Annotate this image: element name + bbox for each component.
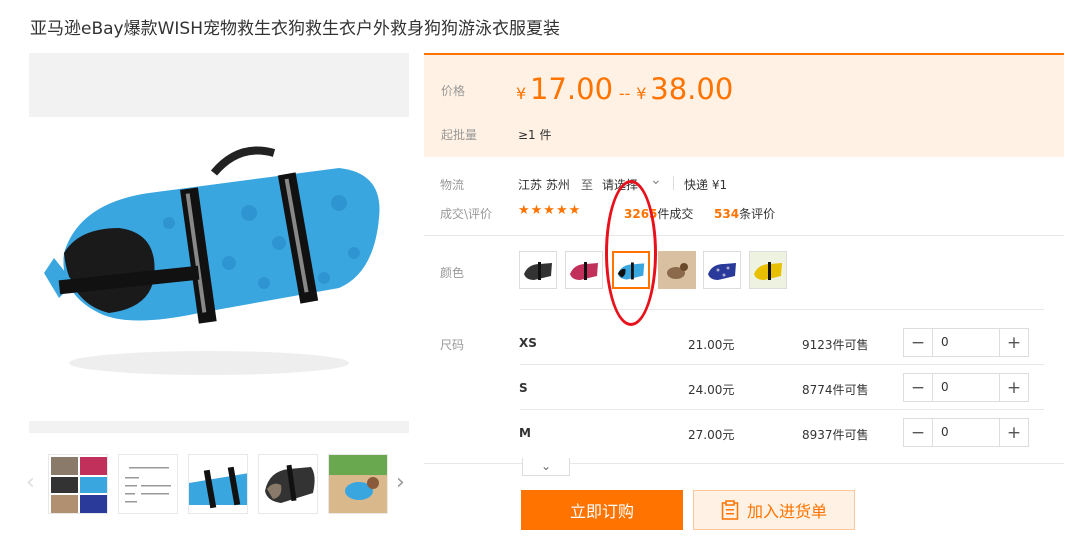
minus-icon[interactable]: − bbox=[904, 419, 932, 446]
color-swatch-photo[interactable] bbox=[658, 251, 696, 289]
thumbnail-document-image bbox=[119, 455, 177, 513]
deals-label: 成交\评价 bbox=[440, 207, 493, 221]
thumbnail-5[interactable] bbox=[328, 454, 388, 514]
thumbnail-collage-image bbox=[49, 455, 107, 513]
rose-jacket-icon bbox=[570, 262, 598, 280]
divider bbox=[520, 364, 1044, 365]
currency-symbol: ¥ bbox=[516, 84, 527, 103]
size-price: 21.00元 bbox=[688, 338, 735, 352]
shipping-from: 江苏 苏州 bbox=[518, 178, 570, 192]
price-label: 价格 bbox=[441, 84, 466, 98]
divider bbox=[424, 235, 1064, 236]
minus-icon[interactable]: − bbox=[904, 374, 932, 401]
add-to-cart-label: 加入进货单 bbox=[746, 502, 827, 521]
review-info[interactable]: 534条评价 bbox=[714, 205, 775, 222]
shipping-method: 快递 ¥1 bbox=[684, 178, 728, 192]
price-separator: -- bbox=[618, 84, 631, 103]
size-stock: 8774件可售 bbox=[802, 383, 869, 397]
review-count: 534 bbox=[714, 207, 740, 221]
minus-icon[interactable]: − bbox=[904, 329, 932, 356]
divider bbox=[424, 463, 1064, 464]
chevron-down-icon[interactable]: ⌄ bbox=[650, 172, 662, 188]
color-swatch-yellow[interactable] bbox=[749, 251, 787, 289]
shipping-label: 物流 bbox=[440, 178, 465, 192]
rating-stars: ★★★★★ bbox=[518, 203, 582, 218]
expand-sizes-button[interactable]: ⌄ bbox=[522, 458, 570, 476]
divider bbox=[673, 176, 674, 190]
thumbnail-3[interactable] bbox=[188, 454, 248, 514]
moq-label: 起批量 bbox=[441, 128, 478, 142]
color-swatch-black[interactable] bbox=[519, 251, 557, 289]
navy-jacket-icon bbox=[708, 263, 736, 280]
color-swatch-rose[interactable] bbox=[565, 251, 603, 289]
size-name: M bbox=[519, 426, 531, 440]
shipping-to-word: 至 bbox=[581, 178, 594, 192]
color-label: 颜色 bbox=[440, 266, 465, 280]
size-stock: 8937件可售 bbox=[802, 428, 869, 442]
thumbnail-2[interactable] bbox=[118, 454, 178, 514]
size-label: 尺码 bbox=[440, 338, 465, 352]
black-jacket-icon bbox=[524, 262, 552, 280]
size-name: XS bbox=[519, 336, 537, 350]
sold-suffix: 件成交 bbox=[657, 207, 694, 221]
product-title: 亚马逊eBay爆款WISH宠物救生衣狗救生衣户外救身狗狗游泳衣服夏装 bbox=[30, 19, 560, 39]
buy-now-button[interactable]: 立即订购 bbox=[521, 490, 683, 530]
divider bbox=[520, 409, 1044, 410]
thumbnail-black-jacket-image bbox=[259, 455, 317, 513]
color-swatch-navy[interactable] bbox=[703, 251, 741, 289]
quantity-input[interactable]: 0 bbox=[932, 374, 1000, 401]
size-price: 27.00元 bbox=[688, 428, 735, 442]
review-suffix: 条评价 bbox=[739, 207, 776, 221]
main-product-image[interactable] bbox=[29, 53, 409, 433]
price-range: ¥ 17.00 -- ¥ 38.00 bbox=[516, 72, 733, 106]
size-name: S bbox=[519, 381, 528, 395]
quantity-stepper: − 0 + bbox=[903, 328, 1029, 357]
divider bbox=[520, 309, 1044, 310]
quantity-stepper: − 0 + bbox=[903, 373, 1029, 402]
thumbnail-dog-photo-image bbox=[329, 455, 387, 513]
currency-symbol-2: ¥ bbox=[636, 84, 647, 103]
plus-icon[interactable]: + bbox=[1000, 329, 1028, 356]
thumbnail-4[interactable] bbox=[258, 454, 318, 514]
dog-photo-icon bbox=[658, 251, 696, 289]
quantity-input[interactable]: 0 bbox=[932, 419, 1000, 446]
quantity-stepper: − 0 + bbox=[903, 418, 1029, 447]
price-min: 17.00 bbox=[530, 72, 614, 106]
quantity-input[interactable]: 0 bbox=[932, 329, 1000, 356]
plus-icon[interactable]: + bbox=[1000, 419, 1028, 446]
yellow-jacket-icon bbox=[750, 252, 786, 288]
add-to-cart-button[interactable]: 加入进货单 bbox=[693, 490, 855, 530]
thumbnail-1[interactable] bbox=[48, 454, 108, 514]
plus-icon[interactable]: + bbox=[1000, 374, 1028, 401]
chevron-down-icon: ⌄ bbox=[540, 459, 552, 473]
thumb-next-arrow-icon[interactable]: › bbox=[396, 470, 405, 495]
clipboard-icon bbox=[721, 500, 739, 520]
life-jacket-image bbox=[44, 146, 380, 375]
thumbnail-blue-jacket-image bbox=[189, 455, 247, 513]
moq-value: ≥1 件 bbox=[518, 128, 552, 142]
size-price: 24.00元 bbox=[688, 383, 735, 397]
size-stock: 9123件可售 bbox=[802, 338, 869, 352]
thumb-prev-arrow-icon[interactable]: ‹ bbox=[26, 470, 35, 495]
price-max: 38.00 bbox=[650, 72, 734, 106]
annotation-circle bbox=[605, 180, 657, 326]
